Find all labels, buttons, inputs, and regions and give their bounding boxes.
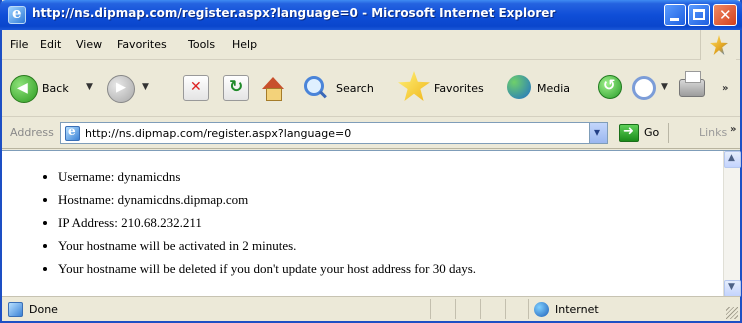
maximize-button[interactable] (688, 4, 710, 26)
search-icon[interactable] (304, 76, 324, 96)
list-item: IP Address: 210.68.232.211 (58, 211, 708, 234)
menu-edit[interactable]: Edit (40, 38, 61, 51)
scroll-up-icon[interactable] (724, 151, 741, 168)
forward-dropdown-icon[interactable]: ▼ (142, 82, 149, 92)
links-button[interactable]: Links (699, 126, 727, 139)
back-button[interactable] (10, 75, 38, 103)
favorites-button[interactable]: Favorites (434, 82, 484, 95)
refresh-icon[interactable] (223, 75, 249, 101)
page-content: Username: dynamicdns Hostname: dynamicdn… (2, 150, 741, 297)
media-button[interactable]: Media (537, 82, 570, 95)
vertical-scrollbar[interactable] (723, 151, 741, 297)
status-text: Done (29, 303, 58, 316)
links-chevron-icon[interactable]: » (730, 124, 736, 135)
list-item: Your hostname will be activated in 2 min… (58, 234, 708, 257)
address-input[interactable]: http://ns.dipmap.com/register.aspx?langu… (60, 122, 608, 144)
toolbar-separator (668, 123, 669, 143)
address-url[interactable]: http://ns.dipmap.com/register.aspx?langu… (85, 127, 351, 140)
stop-icon[interactable] (183, 75, 209, 101)
back-dropdown-icon[interactable]: ▼ (86, 82, 93, 92)
mail-icon[interactable] (632, 76, 656, 100)
registration-info-list: Username: dynamicdns Hostname: dynamicdn… (58, 165, 708, 280)
standard-toolbar: Back ▼ ▼ Search Favorites Media ▼ » (2, 61, 740, 117)
maximize-icon (693, 9, 705, 20)
window-title: http://ns.dipmap.com/register.aspx?langu… (32, 6, 556, 20)
status-bar: Done Internet (2, 296, 740, 321)
home-icon[interactable] (260, 75, 286, 101)
search-button[interactable]: Search (336, 82, 374, 95)
menu-help[interactable]: Help (232, 38, 257, 51)
mail-dropdown-icon[interactable]: ▼ (661, 82, 668, 92)
minimize-icon (670, 18, 679, 21)
minimize-button[interactable] (664, 4, 686, 26)
list-item: Hostname: dynamicdns.dipmap.com (58, 188, 708, 211)
status-panel-divider (480, 299, 481, 319)
status-panel-divider (505, 299, 506, 319)
favorites-star-icon[interactable] (398, 71, 430, 101)
menu-file[interactable]: File (10, 38, 28, 51)
toolbar-more-chevron-icon[interactable]: » (722, 83, 728, 94)
address-bar: Address http://ns.dipmap.com/register.as… (2, 117, 740, 149)
status-panel-divider (528, 299, 529, 319)
list-item: Your hostname will be deleted if you don… (58, 257, 708, 280)
back-label[interactable]: Back (42, 82, 69, 95)
page-status-icon (8, 302, 23, 317)
print-icon[interactable] (679, 71, 705, 97)
close-button[interactable]: ✕ (713, 4, 737, 26)
resize-grip-icon[interactable] (726, 307, 738, 319)
media-icon[interactable] (507, 75, 531, 99)
menu-bar: File Edit View Favorites Tools Help (2, 30, 740, 60)
go-button[interactable]: Go (644, 126, 659, 139)
go-arrow-icon[interactable] (619, 124, 639, 142)
status-panel-divider (430, 299, 431, 319)
security-zone-label: Internet (555, 303, 599, 316)
menu-favorites[interactable]: Favorites (117, 38, 167, 51)
address-label: Address (10, 126, 54, 139)
close-icon: ✕ (719, 6, 732, 24)
internet-explorer-icon (8, 4, 26, 24)
status-panel-divider (455, 299, 456, 319)
forward-button[interactable] (107, 75, 135, 103)
list-item: Username: dynamicdns (58, 165, 708, 188)
browser-window: http://ns.dipmap.com/register.aspx?langu… (0, 0, 742, 323)
menu-tools[interactable]: Tools (188, 38, 215, 51)
title-bar[interactable]: http://ns.dipmap.com/register.aspx?langu… (0, 0, 742, 30)
scroll-down-icon[interactable] (724, 280, 741, 297)
history-icon[interactable] (598, 75, 622, 99)
page-icon (65, 124, 80, 141)
windows-logo-icon (700, 30, 736, 60)
internet-zone-icon (534, 302, 549, 317)
menu-view[interactable]: View (76, 38, 102, 51)
address-dropdown-icon[interactable] (589, 123, 607, 143)
